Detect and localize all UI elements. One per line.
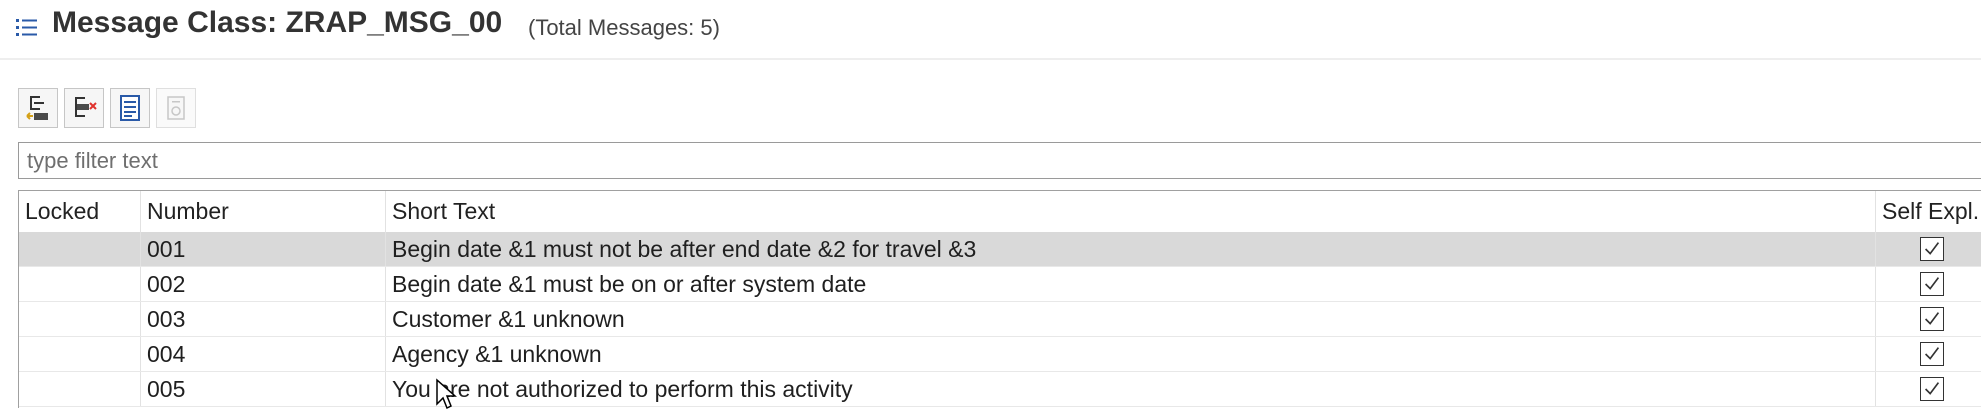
self-explanatory-cell <box>1876 232 1981 266</box>
self-explanatory-checkbox[interactable] <box>1920 377 1944 401</box>
editor-header: Message Class: ZRAP_MSG_00 (Total Messag… <box>0 0 1981 60</box>
column-header-number[interactable]: Number <box>141 191 386 232</box>
long-text-button[interactable] <box>110 88 150 128</box>
locked-cell <box>19 232 141 266</box>
where-used-button[interactable] <box>156 88 196 128</box>
long-text-icon <box>120 95 140 121</box>
number-cell: 001 <box>141 232 386 266</box>
column-header-short-text[interactable]: Short Text <box>386 191 1876 232</box>
delete-message-icon <box>75 97 97 117</box>
short-text-cell: You are not authorized to perform this a… <box>386 372 1876 406</box>
short-text-cell: Customer &1 unknown <box>386 302 1876 336</box>
add-message-button[interactable] <box>18 88 58 128</box>
filter-input[interactable] <box>18 142 1981 179</box>
number-cell: 005 <box>141 372 386 406</box>
table-row[interactable]: 004 Agency &1 unknown <box>19 337 1981 372</box>
add-message-icon <box>26 96 48 120</box>
table-row[interactable]: 003 Customer &1 unknown <box>19 302 1981 337</box>
number-cell: 004 <box>141 337 386 371</box>
locked-cell <box>19 267 141 301</box>
number-cell: 003 <box>141 302 386 336</box>
self-explanatory-cell <box>1876 267 1981 301</box>
total-messages-count: (Total Messages: 5) <box>528 15 720 40</box>
table-row[interactable]: 001 Begin date &1 must not be after end … <box>19 232 1981 267</box>
table-header: Locked Number Short Text Self Expl... <box>19 191 1981 233</box>
self-explanatory-checkbox[interactable] <box>1920 272 1944 296</box>
short-text-cell: Agency &1 unknown <box>386 337 1876 371</box>
self-explanatory-cell <box>1876 372 1981 406</box>
self-explanatory-checkbox[interactable] <box>1920 237 1944 261</box>
table-row[interactable]: 005 You are not authorized to perform th… <box>19 372 1981 407</box>
messages-table: Locked Number Short Text Self Expl... 00… <box>18 190 1981 408</box>
short-text-cell: Begin date &1 must be on or after system… <box>386 267 1876 301</box>
self-explanatory-cell <box>1876 337 1981 371</box>
column-header-locked[interactable]: Locked <box>19 191 141 232</box>
number-cell: 002 <box>141 267 386 301</box>
where-used-icon <box>167 96 185 120</box>
column-header-self-explanatory[interactable]: Self Expl... <box>1876 191 1981 232</box>
locked-cell <box>19 372 141 406</box>
locked-cell <box>19 302 141 336</box>
delete-message-button[interactable] <box>64 88 104 128</box>
self-explanatory-checkbox[interactable] <box>1920 307 1944 331</box>
self-explanatory-checkbox[interactable] <box>1920 342 1944 366</box>
self-explanatory-cell <box>1876 302 1981 336</box>
locked-cell <box>19 337 141 371</box>
table-row[interactable]: 002 Begin date &1 must be on or after sy… <box>19 267 1981 302</box>
short-text-cell: Begin date &1 must not be after end date… <box>386 232 1876 266</box>
list-icon <box>16 19 37 36</box>
page-title: Message Class: ZRAP_MSG_00 <box>52 6 503 39</box>
